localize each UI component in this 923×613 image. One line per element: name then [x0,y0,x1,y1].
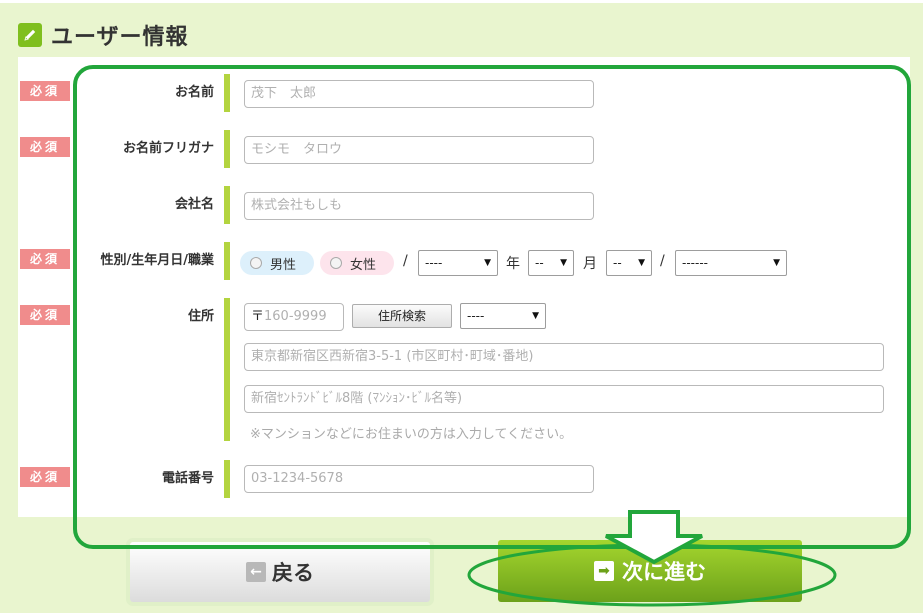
birth-year-select[interactable]: ---- ▼ [418,250,498,276]
male-radio[interactable]: 男性 [240,251,314,275]
address-line1-input[interactable]: 東京都新宿区西新宿3-5-1 (市区町村･町域･番地) [244,343,884,371]
required-badge: 必須 [20,249,70,269]
separator: / [660,253,665,269]
birth-month-select[interactable]: -- ▼ [528,250,574,276]
required-badge: 必須 [20,305,70,325]
pencil-icon [18,23,42,47]
birth-month-value: -- [535,256,544,270]
separator: / [403,253,408,269]
row-indicator [224,460,230,498]
furigana-input[interactable]: モシモ タロウ [244,136,594,164]
dropdown-arrow-icon: ▼ [532,311,539,321]
job-select[interactable]: ------ ▼ [675,250,787,276]
furigana-label: お名前フリガナ [122,141,214,156]
month-unit: 月 [583,256,597,272]
birth-day-value: -- [613,256,622,270]
next-button-label: 次に進む [622,560,706,584]
row-indicator [224,242,230,280]
company-label: 会社名 [174,197,214,212]
section-header: ユーザー情報 [18,20,189,50]
top-divider [0,0,923,3]
dropdown-arrow-icon: ▼ [773,258,780,268]
required-badge: 必須 [20,81,70,101]
profile-label: 性別/生年月日/職業 [100,253,215,268]
birth-year-value: ---- [425,256,443,270]
postal-mark: 〒 [251,309,265,324]
row-indicator [224,130,230,168]
address-note: ※マンションなどにお住まいの方は入力してください。 [250,427,573,442]
zip-input[interactable]: 〒160-9999 [244,303,344,331]
prefecture-select[interactable]: ---- ▼ [460,303,546,329]
name-label: お名前 [174,85,214,100]
next-button[interactable]: ➡ 次に進む [498,540,802,602]
back-button[interactable]: ← 戻る [130,542,430,602]
back-button-label: 戻る [272,561,314,585]
address-label: 住所 [187,309,214,324]
job-value: ------ [682,256,708,270]
female-label: 女性 [350,257,377,273]
female-radio[interactable]: 女性 [320,251,394,275]
address-search-button[interactable]: 住所検索 [352,304,452,328]
phone-label: 電話番号 [161,471,214,486]
company-input[interactable]: 株式会社もしも [244,192,594,220]
phone-input[interactable]: 03-1234-5678 [244,465,594,493]
required-badge: 必須 [20,467,70,487]
name-input[interactable]: 茂下 太郎 [244,80,594,108]
dropdown-arrow-icon: ▼ [638,258,645,268]
page-title: ユーザー情報 [51,25,189,50]
dropdown-arrow-icon: ▼ [560,258,567,268]
radio-circle-icon [250,257,262,269]
required-badge: 必須 [20,137,70,157]
prefecture-value: ---- [467,309,485,323]
row-indicator [224,298,230,441]
arrow-left-icon: ← [246,562,266,582]
year-unit: 年 [506,256,520,272]
address-line2-input[interactable]: 新宿ｾﾝﾄﾗﾝﾄﾞﾋﾞﾙ8階 (ﾏﾝｼｮﾝ･ﾋﾞﾙ名等) [244,385,884,413]
dropdown-arrow-icon: ▼ [484,258,491,268]
form-panel [18,57,910,517]
zip-placeholder: 160-9999 [264,309,327,324]
arrow-right-icon: ➡ [594,561,614,581]
male-label: 男性 [270,257,297,273]
row-indicator [224,74,230,112]
radio-circle-icon [330,257,342,269]
row-indicator [224,186,230,224]
birth-day-select[interactable]: -- ▼ [606,250,652,276]
